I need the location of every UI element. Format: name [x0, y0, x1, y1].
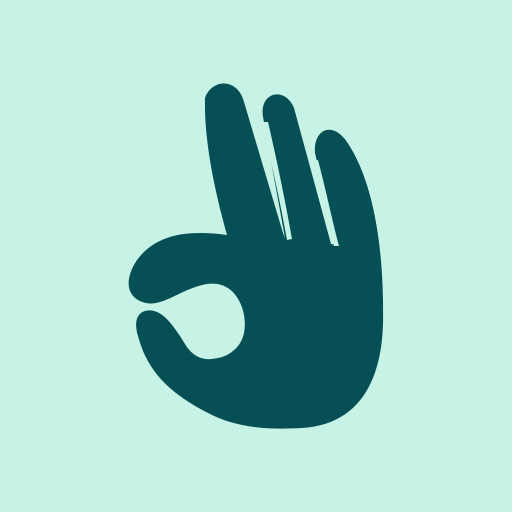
ok-hand-icon — [0, 0, 512, 512]
icon-canvas — [0, 0, 512, 512]
